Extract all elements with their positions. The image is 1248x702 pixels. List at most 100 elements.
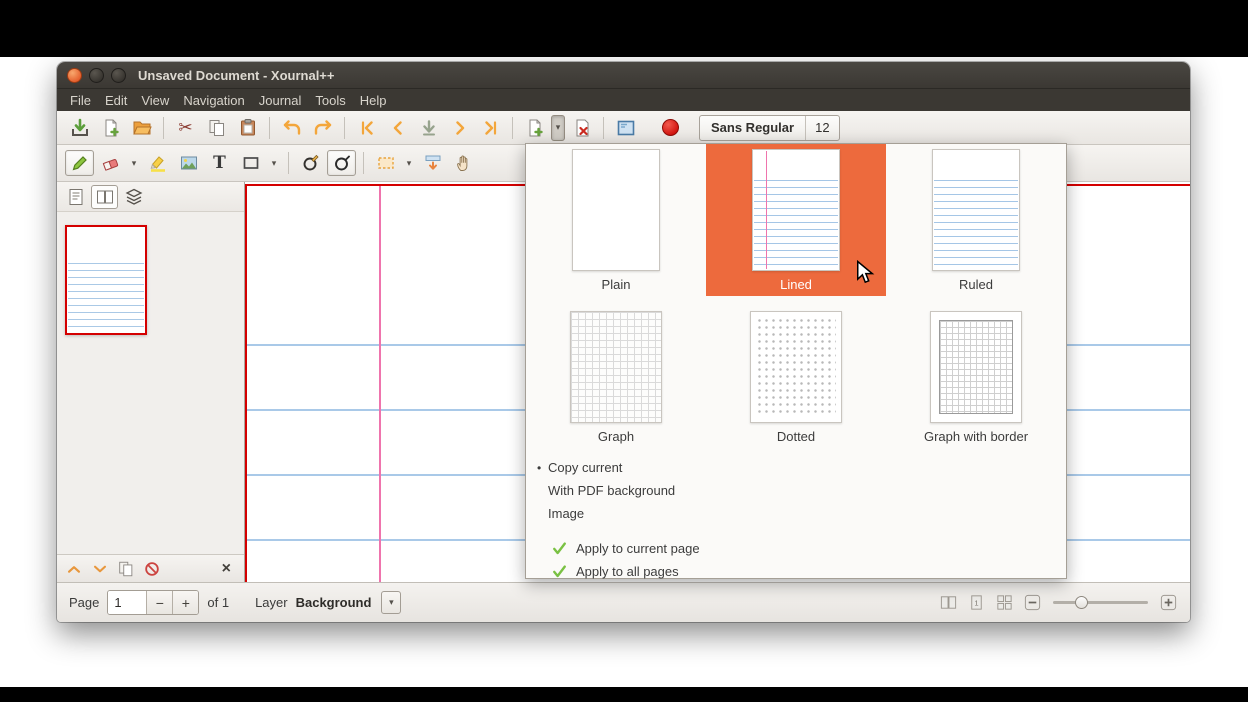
paste-icon [238, 118, 258, 138]
menu-help[interactable]: Help [353, 91, 394, 110]
image-tool-button[interactable] [174, 150, 203, 176]
tab-layers[interactable] [120, 185, 147, 209]
page-template-dropdown-button[interactable]: ▾ [551, 115, 565, 141]
save-icon [70, 118, 90, 138]
paste-button[interactable] [233, 115, 262, 141]
preview-move-down-button[interactable] [88, 558, 111, 580]
tab-contents[interactable] [62, 185, 89, 209]
eraser-options-chevron[interactable]: ▾ [127, 150, 141, 176]
page-increment-button[interactable]: + [172, 591, 198, 614]
lined-margin [766, 151, 767, 269]
last-page-button[interactable] [476, 115, 505, 141]
tab-page-preview[interactable] [91, 185, 118, 209]
grid-view-icon [995, 593, 1014, 612]
shape-tool-button[interactable] [236, 150, 265, 176]
option-label: With PDF background [548, 483, 675, 498]
option-pdf-background[interactable]: With PDF background [526, 479, 1066, 502]
check-icon [552, 564, 567, 579]
menu-edit[interactable]: Edit [98, 91, 134, 110]
hand-tool-button[interactable] [449, 150, 478, 176]
copy-page-icon [117, 560, 135, 578]
preview-delete-page-button[interactable] [140, 558, 163, 580]
statusbar-right: 1 [939, 593, 1178, 612]
select-rect-button[interactable] [371, 150, 400, 176]
highlighter-tool-button[interactable] [143, 150, 172, 176]
menu-file[interactable]: File [63, 91, 98, 110]
page-number-input[interactable] [108, 591, 146, 614]
page-down-button[interactable] [414, 115, 443, 141]
close-button[interactable] [67, 68, 82, 83]
page-1-thumbnail[interactable] [65, 225, 147, 335]
template-graph-with-border[interactable]: Graph with border [886, 296, 1066, 448]
minimize-button[interactable] [89, 68, 104, 83]
delete-page-button[interactable] [567, 115, 596, 141]
option-image[interactable]: Image [526, 502, 1066, 525]
template-label: Graph [598, 430, 634, 443]
draw-circle-button[interactable] [327, 150, 356, 176]
record-audio-button[interactable] [656, 115, 685, 141]
zoom-out-button[interactable] [1023, 593, 1042, 612]
menu-view[interactable]: View [134, 91, 176, 110]
text-tool-icon: T [213, 153, 226, 173]
selected-bullet: • [537, 461, 548, 475]
dual-page-view-button[interactable] [939, 593, 958, 612]
fit-page-icon: 1 [967, 593, 986, 612]
zoom-slider[interactable] [1053, 601, 1148, 604]
new-document-button[interactable] [96, 115, 125, 141]
apply-all-pages[interactable]: Apply to all pages [526, 560, 1066, 583]
template-dotted-preview [750, 311, 842, 423]
template-ruled[interactable]: Ruled [886, 144, 1066, 296]
apply-current-page[interactable]: Apply to current page [526, 537, 1066, 560]
page-label: Page [69, 595, 99, 610]
new-page-icon [525, 118, 545, 138]
cut-button[interactable]: ✂ [171, 115, 200, 141]
open-button[interactable] [127, 115, 156, 141]
template-graph[interactable]: Graph [526, 296, 706, 448]
save-button[interactable] [65, 115, 94, 141]
copy-button[interactable] [202, 115, 231, 141]
text-tool-button[interactable]: T [205, 150, 234, 176]
next-page-button[interactable] [445, 115, 474, 141]
shape-options-chevron[interactable]: ▾ [267, 150, 281, 176]
menu-tools[interactable]: Tools [308, 91, 352, 110]
template-plain-preview [572, 149, 660, 271]
layer-dropdown-button[interactable]: ▾ [381, 591, 401, 614]
first-page-button[interactable] [352, 115, 381, 141]
fullscreen-button[interactable] [611, 115, 640, 141]
preview-copy-page-button[interactable] [114, 558, 137, 580]
pen-tool-button[interactable] [65, 150, 94, 176]
presentation-mode-button[interactable] [995, 593, 1014, 612]
fit-page-button[interactable]: 1 [967, 593, 986, 612]
vertical-space-button[interactable] [418, 150, 447, 176]
font-name-button[interactable]: Sans Regular [700, 116, 805, 140]
redo-button[interactable] [308, 115, 337, 141]
zoom-in-button[interactable] [1159, 593, 1178, 612]
shape-recognizer-button[interactable] [296, 150, 325, 176]
maximize-button[interactable] [111, 68, 126, 83]
zoom-slider-handle[interactable] [1075, 596, 1088, 609]
preview-move-up-button[interactable] [62, 558, 85, 580]
eraser-tool-button[interactable] [96, 150, 125, 176]
menu-navigation[interactable]: Navigation [176, 91, 251, 110]
apply-label: Apply to all pages [576, 564, 679, 579]
template-dotted[interactable]: Dotted [706, 296, 886, 448]
menubar: File Edit View Navigation Journal Tools … [57, 89, 1190, 111]
undo-button[interactable] [277, 115, 306, 141]
template-lined-preview [752, 149, 840, 271]
close-sidebar-button[interactable]: × [222, 558, 231, 580]
menu-journal[interactable]: Journal [252, 91, 309, 110]
page-decrement-button[interactable]: − [146, 591, 172, 614]
undo-icon [282, 118, 302, 138]
template-grid: Plain Lined Ruled Graph Dotted Graph wit… [526, 144, 1066, 448]
rectangle-icon [241, 153, 261, 173]
toolbar-separator [269, 117, 270, 139]
previous-page-button[interactable] [383, 115, 412, 141]
titlebar[interactable]: Unsaved Document - Xournal++ [57, 62, 1190, 89]
template-plain[interactable]: Plain [526, 144, 706, 296]
font-size-button[interactable]: 12 [805, 116, 838, 140]
next-page-icon [450, 118, 470, 138]
option-copy-current[interactable]: • Copy current [526, 456, 1066, 479]
redo-icon [313, 118, 333, 138]
new-page-button[interactable] [520, 115, 549, 141]
select-options-chevron[interactable]: ▾ [402, 150, 416, 176]
